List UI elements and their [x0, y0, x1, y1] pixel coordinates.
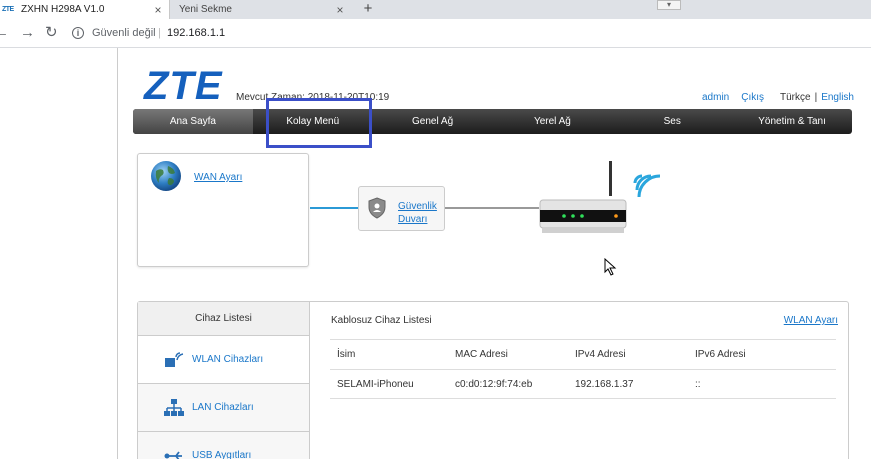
router-icon — [539, 161, 661, 233]
address-bar[interactable]: 192.168.1.1 — [167, 27, 225, 39]
lan-network-icon — [164, 398, 184, 416]
highlight-rectangle — [266, 98, 372, 148]
device-ipv4: 192.168.1.37 — [575, 378, 634, 390]
device-sidebar: Cihaz Listesi WLAN Cihazları LAN Cihazla… — [138, 302, 310, 459]
device-list-panel: Cihaz Listesi WLAN Cihazları LAN Cihazla… — [137, 301, 849, 459]
tab-zxhn[interactable]: ZTE ZXHN H298A V1.0 × — [0, 0, 170, 19]
nav-management[interactable]: Yönetim & Tanı — [732, 109, 852, 134]
usb-icon — [164, 450, 182, 459]
zte-favicon-icon: ZTE — [2, 6, 14, 13]
sidebar-item-wlan[interactable]: WLAN Cihazları — [138, 336, 309, 384]
device-ipv6: :: — [695, 378, 701, 390]
english-link[interactable]: English — [821, 92, 854, 103]
device-name: SELAMI-iPhoneu — [337, 378, 414, 390]
sidebar-item-label: WLAN Cihazları — [192, 354, 264, 365]
tab-new[interactable]: Yeni Sekme × — [171, 0, 351, 19]
firewall-link-line1: Güvenlik — [398, 201, 437, 212]
column-header: IPv4 Adresi — [575, 349, 626, 360]
device-list-header: Cihaz Listesi — [138, 302, 309, 336]
firewall-link[interactable]: Güvenlik Duvarı — [398, 200, 437, 226]
main-nav: Ana Sayfa Kolay Menü Genel Ağ Yerel Ağ S… — [133, 109, 852, 134]
info-icon[interactable]: i — [72, 27, 84, 39]
reload-icon[interactable]: ↻ — [45, 25, 58, 41]
device-content: Kablosuz Cihaz Listesi WLAN Ayarı İsim M… — [318, 302, 846, 459]
table-header-row: İsim MAC Adresi IPv4 Adresi IPv6 Adresi — [330, 339, 836, 369]
browser-tab-bar: ZTE ZXHN H298A V1.0 × Yeni Sekme × + ▾ — [0, 0, 871, 19]
back-arrow-icon[interactable]: ← — [0, 25, 9, 41]
security-label[interactable]: Güvenli değil — [92, 27, 156, 39]
nav-internet[interactable]: Genel Ağ — [373, 109, 493, 134]
browser-toolbar: ← → ↻ i Güvenli değil | 192.168.1.1 — [0, 19, 871, 48]
globe-icon — [151, 161, 181, 191]
sidebar-item-usb[interactable]: USB Aygıtları — [138, 432, 309, 459]
sidebar-item-lan[interactable]: LAN Cihazları — [138, 384, 309, 432]
device-mac: c0:d0:12:9f:74:eb — [455, 378, 533, 390]
zte-logo: ZTE — [144, 64, 223, 108]
firewall-link-line2: Duvarı — [398, 214, 428, 225]
wlan-device-icon — [165, 351, 184, 367]
nav-voice[interactable]: Ses — [612, 109, 732, 134]
wireless-device-list-title: Kablosuz Cihaz Listesi — [331, 315, 432, 326]
firewall-card: Güvenlik Duvarı — [358, 186, 445, 231]
admin-link[interactable]: admin — [702, 92, 729, 103]
tab-title: ZXHN H298A V1.0 — [21, 4, 105, 15]
device-table: İsim MAC Adresi IPv4 Adresi IPv6 Adresi … — [330, 339, 836, 399]
column-header: MAC Adresi — [455, 349, 508, 360]
router-page: ZTE Mevcut Zaman: 2018-11-20T10:19 admin… — [117, 48, 871, 459]
tab-search-dropdown-icon[interactable]: ▾ — [657, 0, 681, 10]
sidebar-item-label: USB Aygıtları — [192, 450, 252, 459]
logout-link[interactable]: Çıkış — [741, 92, 764, 103]
wlan-settings-link[interactable]: WLAN Ayarı — [784, 315, 838, 326]
language-separator: | — [814, 92, 818, 103]
close-icon[interactable]: × — [151, 3, 165, 17]
wan-settings-link[interactable]: WAN Ayarı — [194, 172, 242, 183]
sidebar-item-label: LAN Cihazları — [192, 402, 254, 413]
forward-arrow-icon[interactable]: → — [20, 25, 35, 41]
column-header: IPv6 Adresi — [695, 349, 746, 360]
current-language: Türkçe — [780, 92, 811, 103]
nav-home[interactable]: Ana Sayfa — [133, 109, 253, 134]
close-icon[interactable]: × — [333, 3, 347, 17]
tab-title: Yeni Sekme — [179, 4, 232, 15]
table-row: SELAMI-iPhoneu c0:d0:12:9f:74:eb 192.168… — [330, 369, 836, 399]
shield-icon — [368, 197, 386, 219]
column-header: İsim — [337, 349, 356, 360]
header-links: admin Çıkış Türkçe | English — [702, 92, 854, 103]
wan-card: WAN Ayarı — [137, 153, 309, 267]
nav-local-network[interactable]: Yerel Ağ — [492, 109, 612, 134]
lan-connection-line — [445, 207, 539, 209]
wan-connection-line — [310, 207, 358, 209]
url-separator: | — [158, 27, 161, 39]
mouse-cursor-icon — [604, 258, 617, 276]
new-tab-button[interactable]: + — [360, 0, 376, 19]
